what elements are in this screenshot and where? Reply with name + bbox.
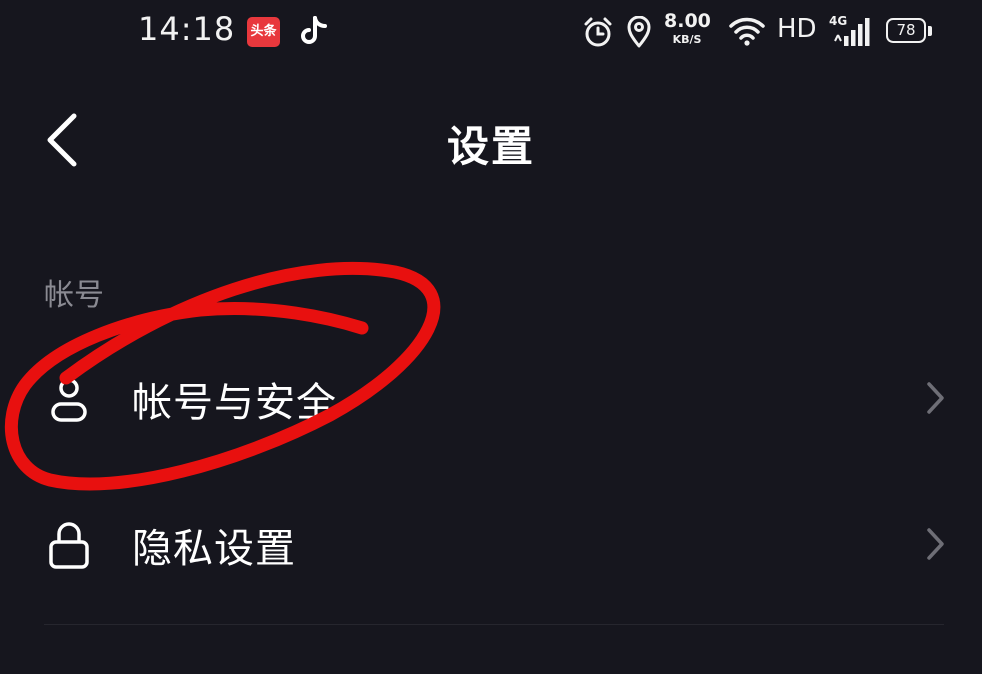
status-time: 14:18 bbox=[138, 10, 236, 48]
user-icon bbox=[51, 378, 87, 422]
settings-screen: 14:18 头条 8.00 KB/S HD 4G 78 设置 帐号 帐号与安全 … bbox=[0, 0, 982, 674]
location-pin-icon bbox=[627, 16, 651, 48]
account-security-label: 帐号与安全 bbox=[132, 380, 337, 426]
status-bar: 14:18 头条 8.00 KB/S HD 4G 78 bbox=[0, 0, 982, 64]
privacy-settings-label: 隐私设置 bbox=[132, 526, 296, 572]
network-speed: 8.00 KB/S bbox=[664, 10, 711, 46]
signal-bars-icon bbox=[834, 18, 870, 46]
privacy-settings-item[interactable]: 隐私设置 bbox=[0, 484, 982, 604]
lock-icon bbox=[49, 522, 89, 569]
chevron-right-icon bbox=[927, 382, 944, 414]
toutiao-app-icon: 头条 bbox=[247, 17, 280, 47]
wifi-icon bbox=[729, 17, 765, 46]
tiktok-icon bbox=[301, 16, 327, 44]
page-title: 设置 bbox=[446, 122, 535, 171]
chevron-right-icon bbox=[927, 528, 944, 560]
alarm-icon bbox=[584, 17, 612, 47]
network-speed-unit: KB/S bbox=[672, 33, 702, 46]
battery-icon: 78 bbox=[886, 18, 926, 43]
hd-label: HD bbox=[777, 14, 817, 44]
network-speed-value: 8.00 bbox=[664, 10, 711, 32]
list-divider bbox=[44, 624, 944, 625]
account-security-item[interactable]: 帐号与安全 bbox=[0, 338, 982, 458]
section-header-account: 帐号 bbox=[44, 278, 104, 313]
battery-tip bbox=[928, 26, 932, 36]
battery-level: 78 bbox=[896, 21, 916, 39]
